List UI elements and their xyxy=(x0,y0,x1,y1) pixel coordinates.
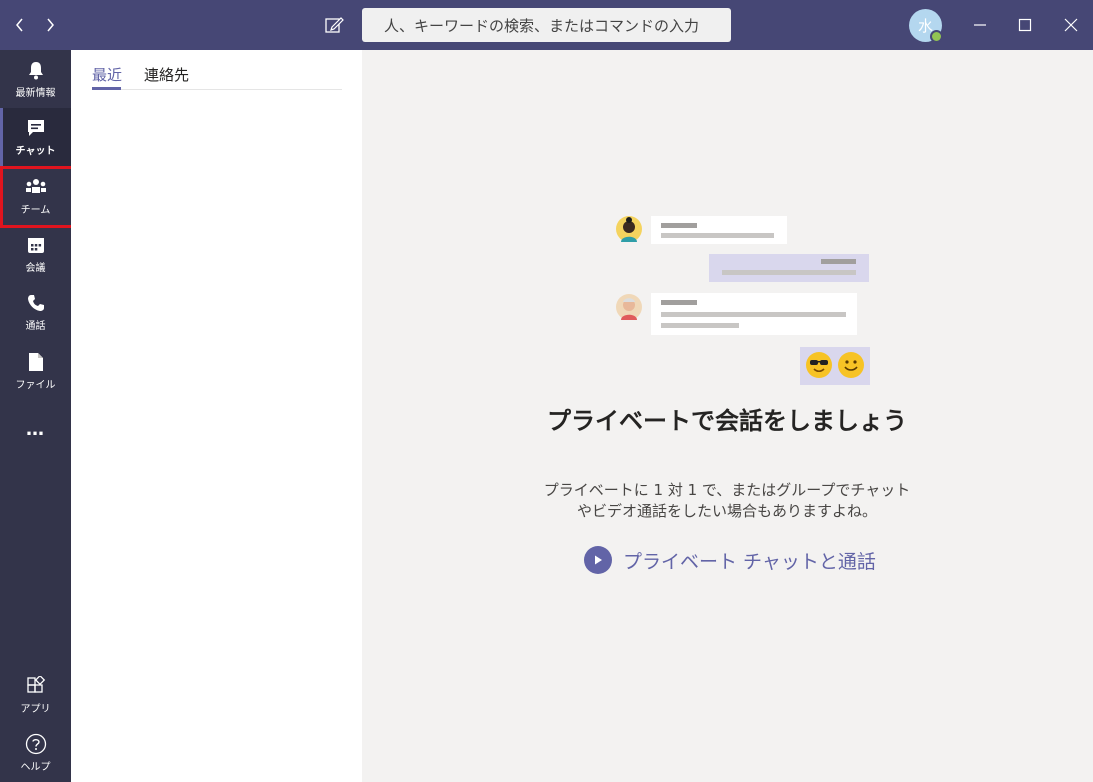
main-content: プライベートで会話をしましょう プライベートに 1 対 1 で、またはグループで… xyxy=(362,50,1093,782)
emoji-bubble xyxy=(800,347,870,385)
chat-illustration xyxy=(362,50,1093,450)
rail-item-activity[interactable]: 最新情報 xyxy=(0,50,71,108)
message-bubble xyxy=(709,254,869,282)
rail-item-label: 会議 xyxy=(25,263,46,274)
cta-label: プライベート チャットと通話 xyxy=(623,550,876,573)
rail-item-help[interactable]: ヘルプ xyxy=(0,724,71,782)
rail-item-label: 最新情報 xyxy=(15,88,56,99)
play-icon xyxy=(584,546,612,574)
presence-status-icon xyxy=(930,30,943,43)
tab-recent[interactable]: 最近 xyxy=(92,64,122,85)
phone-icon xyxy=(25,292,47,314)
rail-item-files[interactable]: ファイル xyxy=(0,342,71,400)
tab-contacts[interactable]: 連絡先 xyxy=(144,64,189,85)
more-apps-button[interactable]: … xyxy=(0,400,71,458)
sunglasses-emoji-icon xyxy=(806,352,832,378)
empty-state-description: プライベートに 1 対 1 で、またはグループでチャットやビデオ通話をしたい場合… xyxy=(543,481,911,520)
title-bar: 人、キーワードの検索、またはコマンドの入力 水 xyxy=(0,0,1093,50)
chat-icon xyxy=(25,117,47,139)
list-tabs: 最近 連絡先 xyxy=(92,50,342,90)
smile-emoji-icon xyxy=(838,352,864,378)
message-bubble xyxy=(651,216,787,244)
message-bubble xyxy=(651,293,857,335)
rail-item-apps[interactable]: アプリ xyxy=(0,666,71,724)
more-icon: … xyxy=(26,418,45,440)
file-icon xyxy=(25,351,47,373)
person-avatar-icon xyxy=(616,216,642,242)
close-icon[interactable] xyxy=(1059,13,1083,37)
rail-item-label: 通話 xyxy=(25,321,46,332)
rail-item-calls[interactable]: 通話 xyxy=(0,283,71,341)
chat-list-pane: 最近 連絡先 xyxy=(71,50,362,782)
back-arrow-icon[interactable] xyxy=(9,13,31,37)
bell-icon xyxy=(25,59,47,81)
rail-item-meetings[interactable]: 会議 xyxy=(0,225,71,283)
compose-icon[interactable] xyxy=(323,14,345,36)
rail-item-label: ファイル xyxy=(15,380,56,391)
app-rail: 最新情報 チャット チーム 会議 通話 ファイル … アプリ ヘルプ xyxy=(0,50,71,782)
person-avatar-icon xyxy=(616,294,642,320)
calendar-icon xyxy=(25,234,47,256)
rail-item-label: チャット xyxy=(15,146,56,157)
rail-item-label: ヘルプ xyxy=(20,762,51,773)
apps-icon xyxy=(25,675,47,697)
help-icon xyxy=(25,733,47,755)
highlight-annotation xyxy=(0,166,75,228)
search-input[interactable]: 人、キーワードの検索、またはコマンドの入力 xyxy=(362,8,731,42)
rail-item-label: アプリ xyxy=(20,704,51,715)
empty-state-heading: プライベートで会話をしましょう xyxy=(547,407,907,435)
minimize-icon[interactable] xyxy=(968,13,992,37)
private-chat-call-link[interactable]: プライベート チャットと通話 xyxy=(584,544,876,576)
maximize-icon[interactable] xyxy=(1013,13,1037,37)
rail-item-chat[interactable]: チャット xyxy=(0,108,71,166)
active-tab-indicator xyxy=(92,87,121,90)
forward-arrow-icon[interactable] xyxy=(39,13,61,37)
